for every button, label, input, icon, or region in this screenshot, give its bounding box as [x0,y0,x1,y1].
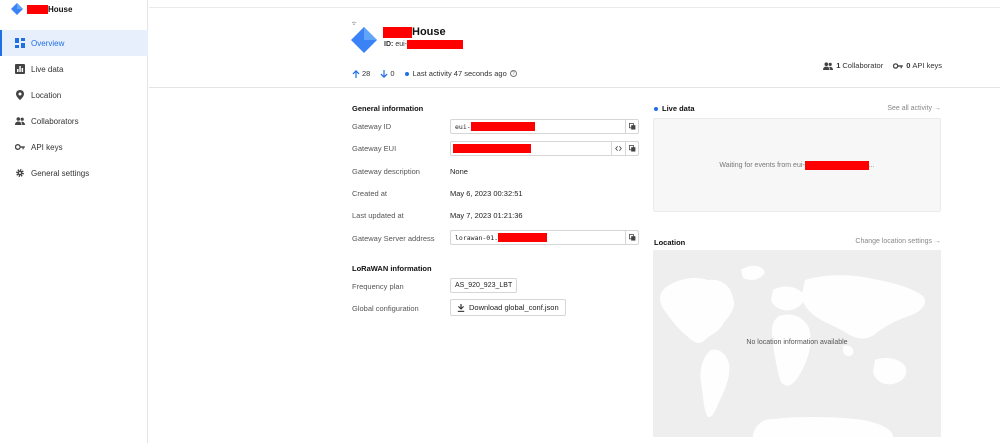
gateway-id-label: Gateway ID [352,122,392,131]
brand-name: House [48,4,73,14]
sidebar-item-label: Collaborators [31,116,79,126]
updated-at-label: Last updated at [352,211,404,220]
uplink-count: 28 [352,69,370,78]
toggle-format-button[interactable] [611,141,625,156]
lorawan-info-title: LoRaWAN information [352,264,432,273]
redacted-value [498,233,548,242]
sidebar-item-collaborators[interactable]: Collaborators [0,108,148,134]
sidebar-item-label: Overview [31,38,65,48]
arrow-down-icon [380,69,388,78]
sidebar-item-live-data[interactable]: Live data [0,56,148,82]
sidebar-item-label: Location [31,90,62,100]
help-icon[interactable]: ? [509,70,517,77]
live-indicator-dot [654,106,658,111]
copy-server-address-button[interactable] [625,230,639,245]
gateway-eui-label: Gateway EUI [352,144,397,153]
location-map[interactable]: No location information available [653,250,941,437]
people-icon [15,116,25,126]
location-title: Location [654,238,686,247]
sidebar: House Overview Live data Location Collab… [0,0,148,443]
sidebar-item-location[interactable]: Location [0,82,148,108]
copy-gateway-eui-button[interactable] [625,141,639,156]
live-data-feed: Waiting for events from eui- ... [653,118,941,212]
gateway-eui-field[interactable] [450,141,639,156]
redacted-value [804,161,869,170]
arrow-up-icon [352,69,360,78]
copy-icon [629,145,636,152]
redacted-name [383,26,412,38]
general-info-title: General information [352,104,424,113]
gateway-description-label: Gateway description [352,167,420,176]
downlink-count: 0 [380,69,395,78]
created-at-label: Created at [352,189,388,198]
no-location-message: No location information available [746,339,848,346]
sidebar-item-general-settings[interactable]: General settings [0,160,148,186]
sidebar-item-overview[interactable]: Overview [0,30,148,56]
redacted-value [453,144,531,153]
created-at-value: May 6, 2023 00:32:51 [450,189,523,198]
copy-icon [629,234,636,241]
sidebar-nav: Overview Live data Location Collaborator… [0,30,148,186]
code-brackets-icon [615,146,622,151]
updated-at-value: May 7, 2023 01:21:36 [450,211,523,220]
page-title: House [383,26,446,38]
download-icon [457,303,465,312]
api-keys-count-link[interactable]: 0 API keys [893,61,942,70]
key-icon [893,62,904,69]
redacted-value [470,122,535,131]
location-pin-icon [15,90,25,100]
status-dot [404,71,409,76]
sidebar-item-label: API keys [31,142,63,152]
gateway-logo-icon [11,3,23,15]
global-config-label: Global configuration [352,304,419,313]
chart-icon [15,64,25,74]
sidebar-item-label: General settings [31,168,90,178]
key-icon [15,142,25,152]
gateway-id-line: ID: eui- [384,40,464,49]
brand[interactable]: House [10,2,72,16]
frequency-plan-value: AS_920_923_LBT [450,278,518,293]
server-address-label: Gateway Server address [352,234,435,243]
server-address-field[interactable]: lorawan-01. [450,230,639,245]
dashboard-icon [15,38,25,48]
redacted-name [27,4,48,14]
gateway-description-value: None [450,167,468,176]
see-all-activity-link[interactable]: See all activity → [887,105,941,112]
frequency-plan-label: Frequency plan [352,282,404,291]
gear-icon [15,168,25,178]
traffic-stats: 28 0 Last activity 47 seconds ago ? [352,69,527,78]
sidebar-item-label: Live data [31,64,64,74]
header-counts: 1 Collaborator 0 API keys [813,61,942,70]
copy-gateway-id-button[interactable] [625,119,639,134]
gateway-header [149,8,1000,88]
gateway-diamond-icon [351,21,377,53]
copy-icon [629,123,636,130]
waiting-message: Waiting for events from eui- ... [719,161,875,170]
sidebar-item-api-keys[interactable]: API keys [0,134,148,160]
redacted-id [407,40,464,49]
change-location-settings-link[interactable]: Change location settings → [855,238,941,245]
collaborator-count-link[interactable]: 1 Collaborator [823,61,883,70]
live-data-title: Live data [654,104,695,113]
download-global-conf-button[interactable]: Download global_conf.json [450,299,566,316]
last-activity: Last activity 47 seconds ago ? [404,69,517,78]
people-icon [823,61,834,70]
gateway-id-field[interactable]: eui- [450,119,639,134]
